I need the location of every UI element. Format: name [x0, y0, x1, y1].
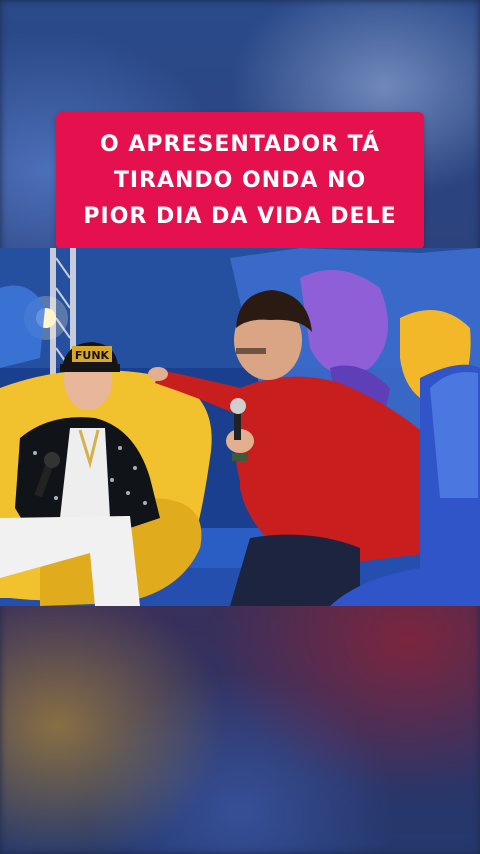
caption-line-2: TIRANDO ONDA NO: [113, 168, 367, 193]
video-scene: FUNK: [0, 248, 480, 606]
caption-line-1: O APRESENTADOR TÁ: [100, 132, 380, 157]
video-frame[interactable]: FUNK: [0, 248, 480, 606]
caption-banner: O APRESENTADOR TÁ TIRANDO ONDA NO PIOR D…: [56, 112, 424, 250]
cap-text: FUNK: [75, 349, 110, 362]
caption-line-3: PIOR DIA DA VIDA DELE: [83, 204, 397, 229]
